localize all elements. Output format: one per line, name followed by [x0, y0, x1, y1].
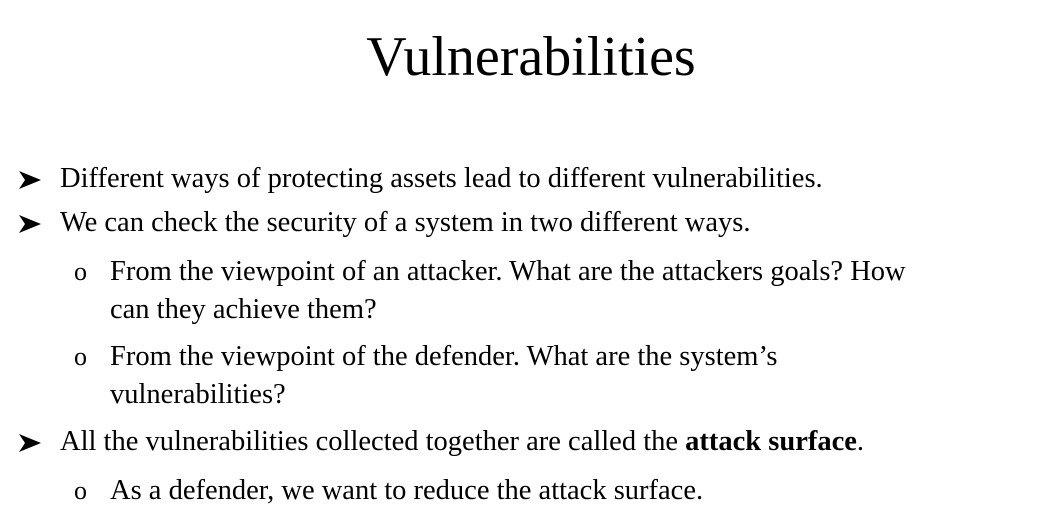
arrowhead-bullet-icon [16, 166, 44, 194]
attack-surface-term: attack surface [685, 426, 857, 457]
circle-bullet-icon: o [74, 342, 87, 371]
bullet-text: All the vulnerabilities collected togeth… [60, 424, 864, 460]
circle-bullet-icon: o [74, 476, 87, 505]
bullet-text-period: . [856, 426, 865, 457]
bullet-text-plain: All the vulnerabilities collected togeth… [60, 426, 686, 457]
sub-bullet-text-continuation: vulnerabilities? [110, 379, 286, 410]
arrowhead-bullet-icon [16, 429, 44, 457]
bullet-text: We can check the security of a system in… [60, 207, 751, 238]
arrowhead-bullet-icon [16, 210, 44, 238]
sub-bullet-text: From the viewpoint of the defender. What… [110, 341, 778, 372]
bullet-text: Different ways of protecting assets lead… [60, 163, 823, 194]
slide: Vulnerabilities Different ways of protec… [0, 0, 1051, 529]
slide-title: Vulnerabilities [366, 26, 696, 88]
circle-bullet-icon: o [74, 257, 87, 286]
sub-bullet-text: As a defender, we want to reduce the att… [110, 475, 704, 506]
sub-bullet-text: From the viewpoint of an attacker. What … [110, 256, 906, 287]
sub-bullet-text-continuation: can they achieve them? [110, 294, 377, 325]
